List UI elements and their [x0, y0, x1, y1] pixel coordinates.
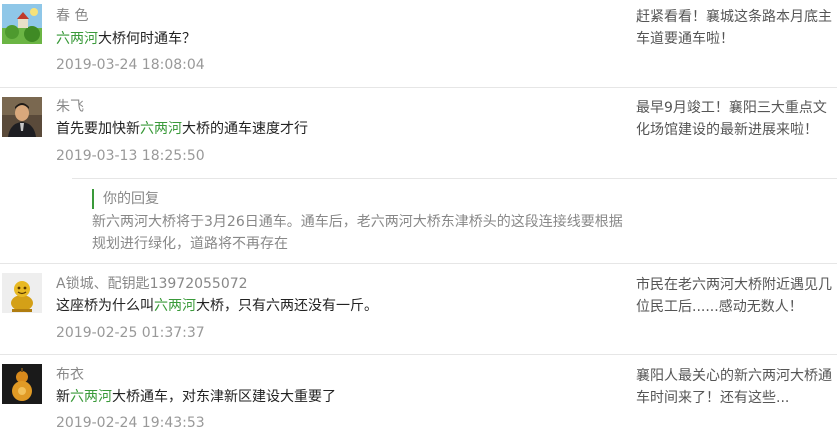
comment-text-after: 大桥何时通车？ — [98, 31, 196, 47]
related-article-link[interactable]: 最早9月竣工！襄阳三大重点文化场馆建设的最新进展来啦！ — [636, 97, 834, 141]
landscape-avatar-icon[interactable] — [2, 4, 42, 44]
comment-item: 春 色 六两河大桥何时通车？ 2019-03-24 18:08:04 赶紧看看！… — [0, 0, 837, 88]
comment-timestamp: 2019-03-13 18:25:50 — [56, 148, 205, 164]
highlight-keyword: 六两河 — [56, 31, 98, 47]
comment-text: 这座桥为什么叫六两河大桥，只有六两还没有一斤。 — [56, 296, 378, 316]
person-avatar-icon[interactable] — [2, 97, 42, 137]
comment-author[interactable]: A锁城、配钥匙13972055072 — [56, 274, 248, 294]
comment-text-before: 新 — [56, 389, 70, 405]
golden-figure-avatar-icon[interactable] — [2, 273, 42, 313]
comment-text: 首先要加快新六两河大桥的通车速度才行 — [56, 119, 308, 139]
related-article-link[interactable]: 赶紧看看！襄城这条路本月底主车道要通车啦！ — [636, 6, 834, 50]
comment-author[interactable]: 布衣 — [56, 365, 84, 385]
highlight-keyword: 六两河 — [154, 298, 196, 314]
reply-text: 新六两河大桥将于3月26日通车。通车后，老六两河大桥东津桥头的这段连接线要根据规… — [92, 214, 623, 252]
comment-text: 新六两河大桥通车，对东津新区建设大重要了 — [56, 387, 336, 407]
highlight-keyword: 六两河 — [140, 121, 182, 137]
gourd-avatar-icon[interactable] — [2, 364, 42, 404]
comment-timestamp: 2019-03-24 18:08:04 — [56, 57, 205, 73]
highlight-keyword: 六两河 — [70, 389, 112, 405]
comment-author[interactable]: 朱飞 — [56, 97, 84, 117]
comment-timestamp: 2019-02-25 01:37:37 — [56, 325, 205, 341]
comment-text-after: 大桥，只有六两还没有一斤。 — [196, 298, 378, 314]
comment-text-after: 大桥通车，对东津新区建设大重要了 — [112, 389, 336, 405]
comment-text-before: 首先要加快新 — [56, 121, 140, 137]
comment-text-after: 大桥的通车速度才行 — [182, 121, 308, 137]
comment-timestamp: 2019-02-24 19:43:53 — [56, 415, 205, 431]
related-article-link[interactable]: 襄阳人最关心的新六两河大桥通车时间来了！还有这些... — [636, 365, 834, 409]
comment-item: A锁城、配钥匙13972055072 这座桥为什么叫六两河大桥，只有六两还没有一… — [0, 264, 837, 354]
related-article-link[interactable]: 市民在老六两河大桥附近遇见几位民工后......感动无数人！ — [636, 274, 834, 318]
comment-text-before: 这座桥为什么叫 — [56, 298, 154, 314]
comment-item: 布衣 新六两河大桥通车，对东津新区建设大重要了 2019-02-24 19:43… — [0, 355, 837, 444]
reply-label: 你的回复 — [92, 189, 159, 209]
reply-block: 你的回复 新六两河大桥将于3月26日通车。通车后，老六两河大桥东津桥头的这段连接… — [72, 178, 837, 265]
comment-author[interactable]: 春 色 — [56, 6, 88, 26]
comment-text: 六两河大桥何时通车？ — [56, 29, 196, 49]
